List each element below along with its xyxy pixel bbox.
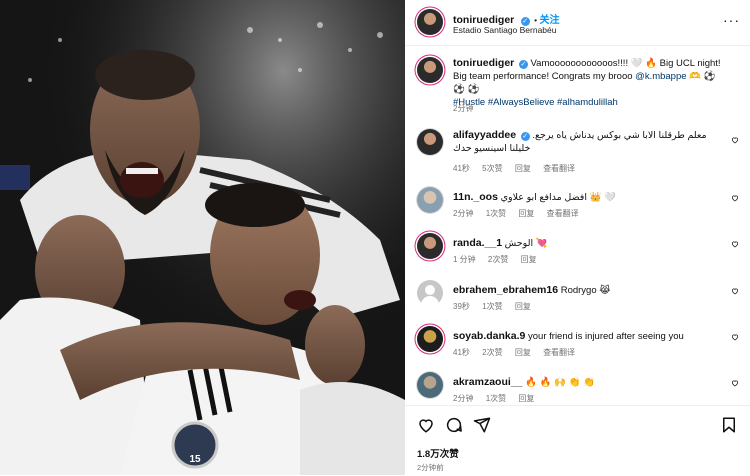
comment-text: soyab.danka.9 your friend is injured aft… <box>453 330 723 343</box>
post-actions: 1.8万次赞 2分钟前 <box>405 405 750 476</box>
comment-avatar[interactable] <box>417 372 443 398</box>
caption-meta: 2分钟 <box>453 103 483 114</box>
reply-button[interactable]: 回复 <box>515 164 531 173</box>
default-avatar-icon[interactable] <box>417 280 443 306</box>
comment-likes[interactable]: 1次赞 <box>486 394 506 403</box>
comment-body: 🤍 👑 افضل مدافع ابو علاوي <box>500 192 616 203</box>
comment-username[interactable]: ebrahem_ebrahem16 <box>453 284 558 296</box>
reply-button[interactable]: 回复 <box>521 255 537 264</box>
verified-badge-icon: ✓ <box>518 60 528 69</box>
comment-icon[interactable] <box>445 416 463 434</box>
celebration-photo-illustration: 15 <box>0 0 405 475</box>
comment-avatar[interactable] <box>417 233 443 259</box>
comment-meta: 2分钟 1次赞 回复 查看翻译 <box>453 208 589 219</box>
comment-meta: 41秒 5次赞 回复 查看翻译 <box>453 163 585 174</box>
reply-button[interactable]: 回复 <box>515 348 531 357</box>
more-options-icon[interactable]: ··· <box>723 12 740 28</box>
reply-button[interactable]: 回复 <box>518 209 534 218</box>
reply-button[interactable]: 回复 <box>515 302 531 311</box>
see-translation-button[interactable]: 查看翻译 <box>543 348 575 357</box>
comment-likes[interactable]: 2次赞 <box>482 348 502 357</box>
comment-text: akramzaoui__ 🔥 🔥 🙌 👏 👏 <box>453 376 723 389</box>
like-count[interactable]: 1.8万次赞 <box>417 446 459 460</box>
comment-avatar[interactable] <box>417 187 443 213</box>
comment-time: 41秒 <box>453 348 470 357</box>
comment-text: 11n._oos 🤍 👑 افضل مدافع ابو علاوي <box>453 191 723 204</box>
heart-icon[interactable] <box>731 194 739 202</box>
heart-icon[interactable] <box>731 333 739 341</box>
caption-time: 2分钟 <box>453 104 474 113</box>
heart-icon[interactable] <box>731 379 739 387</box>
post-photo[interactable]: 15 <box>0 0 405 475</box>
comment-meta: 39秒 1次赞 回复 <box>453 301 541 312</box>
reply-button[interactable]: 回复 <box>518 394 534 403</box>
heart-icon[interactable] <box>731 287 739 295</box>
heart-icon[interactable] <box>731 136 739 144</box>
caption-author-avatar[interactable] <box>417 57 443 83</box>
comment-text: randa.__1 💘 الوحش <box>453 237 723 250</box>
comment-avatar[interactable] <box>417 129 443 155</box>
heart-icon[interactable] <box>417 416 435 434</box>
comment-body: your friend is injured after seeing you <box>528 331 684 342</box>
comment-meta: 2分钟 1次赞 回复 <box>453 393 544 404</box>
comment-likes[interactable]: 5次赞 <box>482 164 502 173</box>
comment-time: 2分钟 <box>453 209 474 218</box>
comment-body: 🔥 🔥 🙌 👏 👏 <box>525 377 595 388</box>
comment-meta: 41秒 2次赞 回复 查看翻译 <box>453 347 585 358</box>
comment-likes[interactable]: 1次赞 <box>486 209 506 218</box>
comment-likes[interactable]: 1次赞 <box>482 302 502 311</box>
comment-meta: 1 分钟 2次赞 回复 <box>453 254 547 265</box>
post-detail-panel: toniruediger ✓ • 关注 Estadio Santiago Ber… <box>405 0 750 475</box>
ucl-badge-number: 15 <box>189 454 201 465</box>
bookmark-icon[interactable] <box>720 416 738 434</box>
comment-username[interactable]: soyab.danka.9 <box>453 330 525 342</box>
see-translation-button[interactable]: 查看翻译 <box>547 209 579 218</box>
post-time-ago: 2分钟前 <box>417 463 444 472</box>
author-avatar[interactable] <box>417 9 443 35</box>
caption-text: toniruediger ✓ Vamoooooooooooos!!!! 🤍 🔥 … <box>453 57 723 109</box>
comment-time: 39秒 <box>453 302 470 311</box>
post-location[interactable]: Estadio Santiago Bernabéu <box>453 25 557 35</box>
comment-username[interactable]: randa.__1 <box>453 237 502 249</box>
heart-icon[interactable] <box>731 240 739 248</box>
comment-time: 2分钟 <box>453 394 474 403</box>
comment-username[interactable]: akramzaoui__ <box>453 376 522 388</box>
comment-avatar[interactable] <box>417 326 443 352</box>
comment-username[interactable]: alifayyaddee <box>453 129 516 141</box>
comment-likes[interactable]: 2次赞 <box>488 255 508 264</box>
comment-text: ebrahem_ebrahem16 Rodrygo 😹 <box>453 284 723 297</box>
post-header: toniruediger ✓ • 关注 Estadio Santiago Ber… <box>405 0 750 46</box>
comment-username[interactable]: 11n._oos <box>453 191 498 203</box>
comment-text: alifayyaddee ✓ معلم طرقلنا الابا شي بوكس… <box>453 129 723 155</box>
comment-time: 41秒 <box>453 164 470 173</box>
comment-body: Rodrygo 😹 <box>560 285 611 296</box>
comment-body: 💘 الوحش <box>504 238 548 249</box>
share-icon[interactable] <box>473 416 491 434</box>
caption-username[interactable]: toniruediger <box>453 57 514 69</box>
verified-badge-icon: ✓ <box>520 132 530 141</box>
see-translation-button[interactable]: 查看翻译 <box>543 164 575 173</box>
caption-mention[interactable]: @k.mbappe <box>635 71 686 82</box>
comment-time: 1 分钟 <box>453 255 476 264</box>
